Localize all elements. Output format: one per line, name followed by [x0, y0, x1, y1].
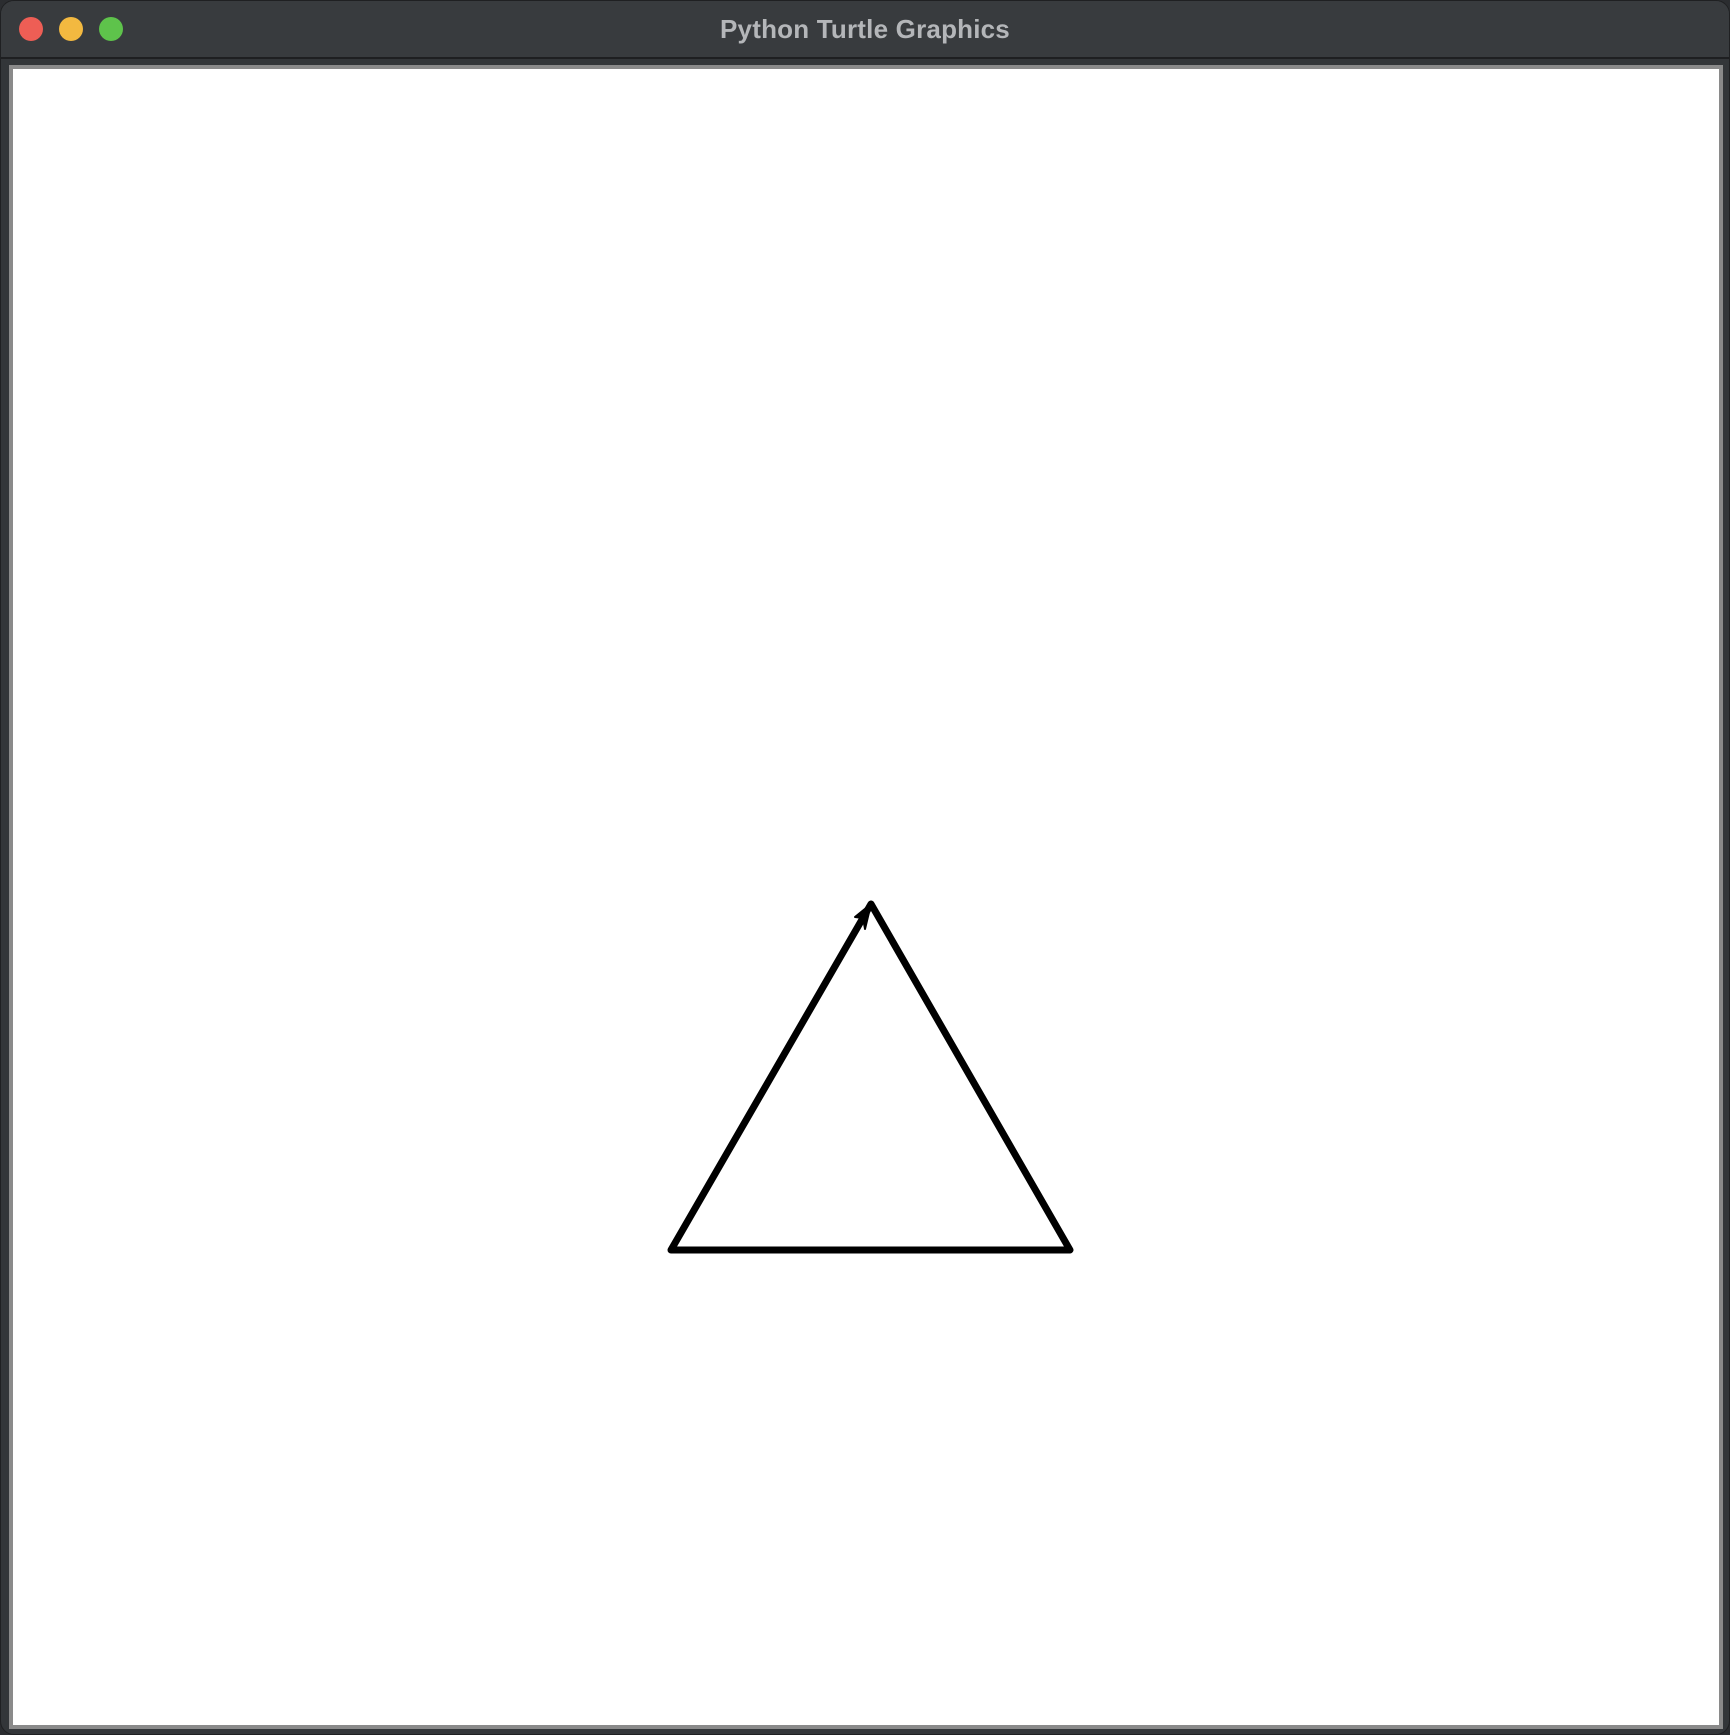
title-bar[interactable]: Python Turtle Graphics	[1, 1, 1729, 59]
drawing-surface	[667, 900, 1074, 1254]
drawn-triangle	[667, 900, 1074, 1254]
turtle-window: Python Turtle Graphics	[0, 0, 1730, 1735]
turtle-canvas[interactable]	[13, 69, 1719, 1725]
canvas-frame	[9, 65, 1723, 1729]
window-title: Python Turtle Graphics	[720, 14, 1010, 44]
